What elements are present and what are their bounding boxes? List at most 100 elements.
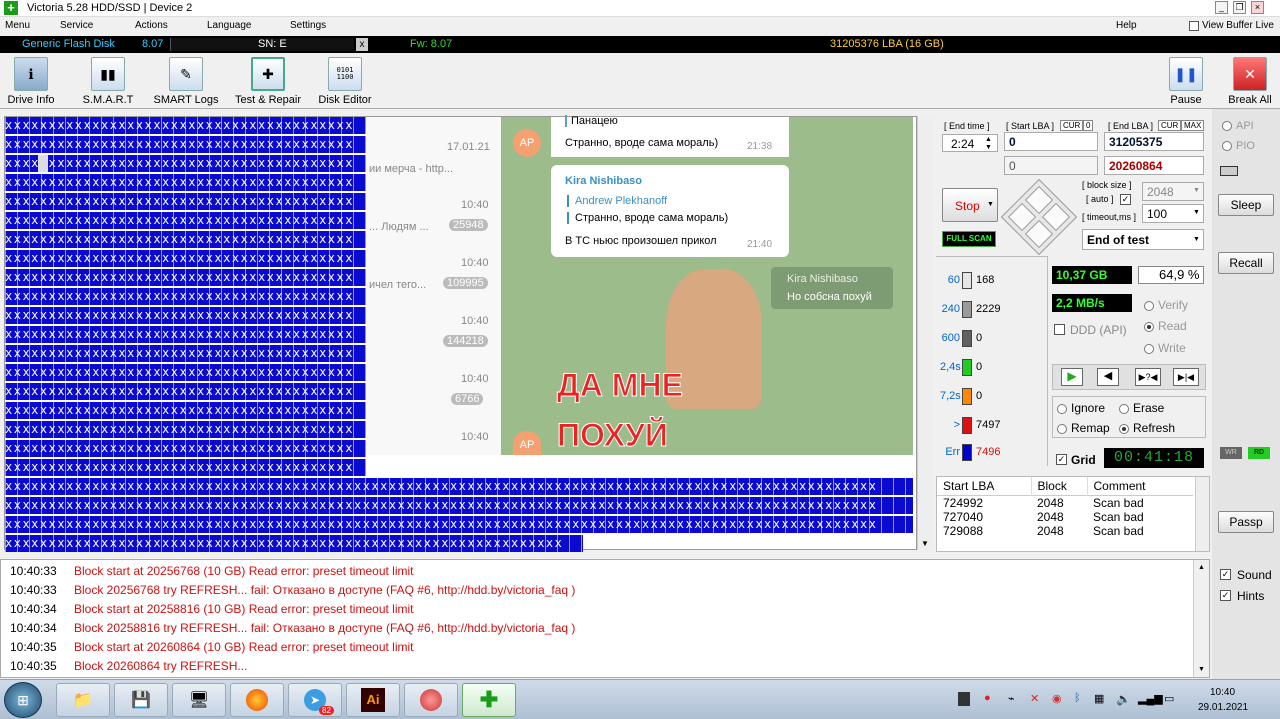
language-flag-icon[interactable]: ▦ — [1094, 692, 1104, 705]
telegram-icon[interactable]: ➤ 82 — [288, 683, 342, 717]
log-row[interactable]: 10:40:34 Block 20258816 try REFRESH... fa… — [10, 621, 575, 635]
stat-count: 0 — [976, 390, 983, 402]
verify-radio[interactable]: Verify — [1144, 298, 1188, 312]
menu-item-actions[interactable]: Actions — [135, 20, 168, 31]
smart-logs-button[interactable]: ✎ SMART Logs — [150, 57, 222, 107]
end-lba-input[interactable]: 31205375 — [1104, 132, 1204, 151]
illustrator-icon[interactable]: Ai — [346, 683, 400, 717]
network-signal-icon[interactable]: ▂▄▆ — [1138, 692, 1163, 705]
remap-radio[interactable]: Remap — [1057, 421, 1110, 435]
test-repair-button[interactable]: ✚ Test & Repair — [230, 57, 306, 107]
monitor-icon[interactable]: 🖥 — [172, 683, 226, 717]
device-name[interactable]: Generic Flash Disk — [22, 38, 115, 50]
table-row[interactable]: 727040 2048 Scan bad — [937, 510, 1193, 524]
stat-color-bar — [962, 359, 972, 376]
minimize-icon[interactable]: _ — [1215, 1, 1228, 14]
disk-editor-button[interactable]: 0101 1100 Disk Editor — [316, 57, 374, 107]
play-icon[interactable]: ▶ — [1061, 368, 1083, 386]
clock-date[interactable]: 29.01.2021 — [1198, 702, 1248, 713]
tray-app-icon[interactable] — [958, 692, 970, 706]
full-scan-indicator[interactable]: FULL SCAN — [942, 231, 996, 247]
clock-time[interactable]: 10:40 — [1210, 687, 1235, 698]
block-size-select[interactable]: 2048 ▼ — [1142, 182, 1204, 201]
clear-sn-button[interactable]: x — [356, 38, 368, 51]
menu-item-service[interactable]: Service — [60, 20, 93, 31]
log-scrollbar[interactable]: ▲ ▼ — [1193, 560, 1209, 677]
menu-item-settings[interactable]: Settings — [290, 20, 326, 31]
ddd-api-checkbox[interactable] — [1054, 324, 1065, 335]
spin-down-icon[interactable]: ▼ — [985, 144, 992, 151]
hints-checkbox[interactable]: ✓ — [1220, 590, 1231, 601]
battery-icon[interactable]: ▭ — [1164, 692, 1174, 705]
log-row[interactable]: 10:40:35 Block 20260864 try REFRESH... — [10, 659, 247, 673]
pio-radio[interactable]: PIO — [1222, 140, 1255, 152]
refresh-radio[interactable]: Refresh — [1119, 421, 1175, 435]
volume-icon[interactable]: 🔈 — [1116, 692, 1131, 706]
table-row[interactable]: 729088 2048 Scan bad — [937, 524, 1193, 538]
bluetooth-icon[interactable]: ᛒ — [1074, 692, 1081, 704]
firefox-icon[interactable] — [230, 683, 284, 717]
log-time: 10:40:34 — [10, 621, 57, 635]
table-scrollbar[interactable] — [1195, 477, 1209, 551]
auto-checkbox[interactable]: ✓ — [1120, 194, 1131, 205]
binary-icon: 0101 1100 — [328, 57, 362, 91]
smart-button[interactable]: ▮▮ S.M.A.R.T — [80, 57, 136, 107]
floppy-save-icon[interactable]: 💾 — [114, 683, 168, 717]
spin-up-icon[interactable]: ▲ — [985, 136, 992, 143]
victoria-taskbar-icon[interactable]: ✚ — [462, 683, 516, 717]
start-cur-button[interactable]: CUR — [1060, 120, 1084, 131]
stat-threshold-label: 2,4s — [940, 361, 961, 373]
sound-checkbox[interactable]: ✓ — [1220, 569, 1231, 580]
write-radio[interactable]: Write — [1144, 341, 1186, 355]
drive-info-button[interactable]: ℹ Drive Info — [4, 57, 58, 107]
end-time-input[interactable]: 2:24 ▲ ▼ — [942, 134, 998, 152]
log-row[interactable]: 10:40:33 Block 20256768 try REFRESH... fa… — [10, 583, 575, 597]
api-radio[interactable]: API — [1222, 120, 1254, 132]
menu-item-help[interactable]: Help — [1116, 20, 1137, 31]
grid-scrollbar[interactable]: ▼ — [917, 116, 934, 550]
table-row[interactable]: 724992 2048 Scan bad — [937, 495, 1193, 510]
tray-yandex-icon[interactable]: ● — [984, 692, 991, 704]
tray-usb-icon[interactable]: ⌁ — [1008, 692, 1015, 705]
recall-button[interactable]: Recall — [1218, 252, 1274, 274]
col-comment[interactable]: Comment — [1087, 477, 1193, 495]
timeout-select[interactable]: 100 ▼ — [1142, 204, 1204, 223]
scroll-down-icon[interactable]: ▼ — [921, 539, 929, 548]
tray-flag-icon[interactable]: ✕ — [1030, 692, 1039, 705]
start-zero-button[interactable]: 0 — [1083, 120, 1094, 131]
end-max-button[interactable]: MAX — [1181, 120, 1205, 131]
erase-radio[interactable]: Erase — [1119, 401, 1164, 415]
rewind-icon[interactable]: ◀ — [1097, 368, 1119, 386]
read-radio[interactable]: Read — [1144, 319, 1187, 333]
ignore-radio[interactable]: Ignore — [1057, 401, 1105, 415]
log-row[interactable]: 10:40:34 Block start at 20258816 (10 GB) … — [10, 602, 414, 616]
start-lba-input[interactable]: 0 — [1004, 132, 1098, 151]
view-buffer-checkbox[interactable] — [1189, 21, 1199, 31]
skip-end-icon[interactable]: ▶|◀ — [1173, 368, 1199, 386]
break-all-button[interactable]: ✕ Break All — [1226, 57, 1274, 107]
pause-button[interactable]: ❚❚ Pause — [1164, 57, 1208, 107]
close-icon[interactable]: × — [1251, 1, 1264, 14]
explorer-icon[interactable]: 📁 — [56, 683, 110, 717]
col-block[interactable]: Block — [1031, 477, 1088, 495]
log-scroll-down-icon[interactable]: ▼ — [1198, 666, 1205, 673]
menu-item-language[interactable]: Language — [207, 20, 252, 31]
grid-checkbox[interactable]: ✓ — [1056, 454, 1067, 465]
stop-button[interactable]: Stop ▼ — [942, 188, 998, 222]
passp-button[interactable]: Passp — [1218, 511, 1274, 533]
end-action-select[interactable]: End of test ▼ — [1082, 229, 1204, 250]
skip-unknown-icon[interactable]: ▶?◀ — [1135, 368, 1161, 386]
log-scroll-up-icon[interactable]: ▲ — [1198, 564, 1205, 571]
log-row[interactable]: 10:40:33 Block start at 20256768 (10 GB) … — [10, 564, 414, 578]
restore-icon[interactable]: ❐ — [1233, 1, 1246, 14]
globe-app-icon[interactable] — [404, 683, 458, 717]
view-buffer-live-label[interactable]: View Buffer Live — [1202, 20, 1274, 31]
tray-shield-icon[interactable]: ◉ — [1052, 692, 1062, 705]
col-start-lba[interactable]: Start LBA — [937, 477, 1032, 495]
start-button-icon[interactable]: ⊞ — [4, 682, 42, 718]
direction-pad[interactable] — [1000, 178, 1078, 256]
end-cur-button[interactable]: CUR — [1158, 120, 1182, 131]
log-row[interactable]: 10:40:35 Block start at 20260864 (10 GB) … — [10, 640, 414, 654]
sleep-button[interactable]: Sleep — [1218, 194, 1274, 216]
menu-item-menu[interactable]: Menu — [5, 20, 30, 31]
